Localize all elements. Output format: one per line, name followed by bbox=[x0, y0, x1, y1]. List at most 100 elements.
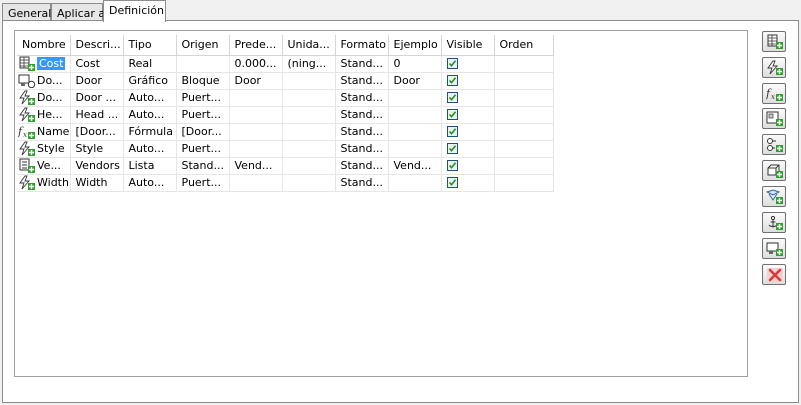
cell-unidades[interactable] bbox=[282, 89, 336, 107]
cell-descripcion[interactable]: Vendors bbox=[70, 157, 124, 175]
cell-unidades[interactable] bbox=[282, 123, 336, 141]
visible-checkbox[interactable] bbox=[446, 160, 458, 171]
column-header-visible[interactable]: Visible bbox=[441, 35, 495, 56]
cell-ejemplo[interactable]: 0 bbox=[388, 55, 442, 73]
cell-origen[interactable]: Puert... bbox=[176, 106, 230, 124]
cell-ejemplo[interactable] bbox=[388, 123, 442, 141]
add-material-property-button[interactable] bbox=[762, 160, 786, 181]
cell-tipo[interactable]: Real bbox=[123, 55, 177, 73]
cell-formato[interactable]: Stand... bbox=[335, 157, 389, 175]
tab-definicion[interactable]: Definición bbox=[103, 0, 166, 22]
cell-formato[interactable]: Stand... bbox=[335, 174, 389, 192]
column-header-ejemplo[interactable]: Ejemplo bbox=[388, 35, 442, 56]
visible-checkbox[interactable] bbox=[446, 92, 458, 103]
cell-orden[interactable] bbox=[494, 106, 554, 124]
cell-nombre[interactable]: He... bbox=[17, 106, 71, 124]
cell-formato[interactable]: Stand... bbox=[335, 55, 389, 73]
cell-orden[interactable] bbox=[494, 123, 554, 141]
cell-descripcion[interactable]: Door bbox=[70, 72, 124, 90]
cell-origen[interactable]: [Door... bbox=[176, 123, 230, 141]
cell-tipo[interactable]: Auto... bbox=[123, 174, 177, 192]
add-location-property-button[interactable] bbox=[762, 108, 786, 129]
cell-nombre[interactable]: Ve... bbox=[17, 157, 71, 175]
cell-ejemplo[interactable]: Door bbox=[388, 72, 442, 90]
add-block-property-button[interactable] bbox=[762, 238, 786, 259]
add-auto-property-button[interactable] bbox=[762, 57, 786, 78]
cell-unidades[interactable] bbox=[282, 157, 336, 175]
visible-checkbox[interactable] bbox=[446, 58, 458, 69]
table-row[interactable]: Cost Cost Real 0.000... (ning... Stand... 0 bbox=[17, 55, 554, 73]
cell-origen[interactable]: Puert... bbox=[176, 89, 230, 107]
table-row[interactable]: He... Head ... Auto... Puert... Stand... bbox=[17, 106, 554, 124]
tab-general[interactable]: General bbox=[2, 3, 51, 21]
cell-descripcion[interactable]: Door ... bbox=[70, 89, 124, 107]
cell-unidades[interactable]: (ning... bbox=[282, 55, 336, 73]
property-definitions-grid[interactable]: Nombre Descri... Tipo Origen Prede... Un… bbox=[14, 30, 748, 377]
visible-checkbox[interactable] bbox=[446, 143, 458, 154]
cell-predeterminado[interactable]: Door bbox=[229, 72, 283, 90]
table-row[interactable]: Do... Door Gráfico Bloque Door Stand... Door bbox=[17, 72, 554, 90]
cell-origen[interactable] bbox=[176, 55, 230, 73]
cell-orden[interactable] bbox=[494, 89, 554, 107]
cell-origen[interactable]: Stand... bbox=[176, 157, 230, 175]
cell-tipo[interactable]: Fórmula bbox=[123, 123, 177, 141]
add-classification-property-button[interactable] bbox=[762, 134, 786, 155]
cell-unidades[interactable] bbox=[282, 140, 336, 158]
add-formula-property-button[interactable]: fx bbox=[762, 83, 786, 104]
cell-descripcion[interactable]: Cost bbox=[70, 55, 124, 73]
cell-orden[interactable] bbox=[494, 140, 554, 158]
cell-ejemplo[interactable] bbox=[388, 106, 442, 124]
cell-predeterminado[interactable] bbox=[229, 140, 283, 158]
table-row[interactable]: Ve... Vendors Lista Stand... Vend... Stand...… bbox=[17, 157, 554, 175]
visible-checkbox[interactable] bbox=[446, 126, 458, 137]
cell-ejemplo[interactable]: Vend... bbox=[388, 157, 442, 175]
column-header-unidades[interactable]: Unida... bbox=[282, 35, 336, 56]
cell-ejemplo[interactable] bbox=[388, 174, 442, 192]
cell-predeterminado[interactable] bbox=[229, 123, 283, 141]
column-header-descripcion[interactable]: Descri... bbox=[70, 35, 124, 56]
cell-predeterminado[interactable] bbox=[229, 174, 283, 192]
add-graphic-property-button[interactable] bbox=[762, 186, 786, 207]
cell-tipo[interactable]: Auto... bbox=[123, 106, 177, 124]
cell-predeterminado[interactable] bbox=[229, 89, 283, 107]
cell-orden[interactable] bbox=[494, 72, 554, 90]
cell-ejemplo[interactable] bbox=[388, 89, 442, 107]
visible-checkbox[interactable] bbox=[446, 109, 458, 120]
cell-predeterminado[interactable]: 0.000... bbox=[229, 55, 283, 73]
cell-descripcion[interactable]: Style bbox=[70, 140, 124, 158]
cell-unidades[interactable] bbox=[282, 106, 336, 124]
cell-tipo[interactable]: Auto... bbox=[123, 89, 177, 107]
cell-predeterminado[interactable]: Vend... bbox=[229, 157, 283, 175]
tab-aplicar-a[interactable]: Aplicar a bbox=[51, 3, 105, 21]
add-manual-property-button[interactable] bbox=[762, 31, 786, 52]
column-header-predeterminado[interactable]: Prede... bbox=[229, 35, 283, 56]
visible-checkbox[interactable] bbox=[446, 75, 458, 86]
cell-tipo[interactable]: Lista bbox=[123, 157, 177, 175]
cell-ejemplo[interactable] bbox=[388, 140, 442, 158]
table-row[interactable]: f x Name [Door... Fórmula [Door... Stand... bbox=[17, 123, 554, 141]
cell-orden[interactable] bbox=[494, 174, 554, 192]
cell-origen[interactable]: Puert... bbox=[176, 174, 230, 192]
table-row[interactable]: Do... Door ... Auto... Puert... Stand... bbox=[17, 89, 554, 107]
cell-formato[interactable]: Stand... bbox=[335, 140, 389, 158]
cell-nombre[interactable]: Do... bbox=[17, 72, 71, 90]
cell-origen[interactable]: Puert... bbox=[176, 140, 230, 158]
column-header-formato[interactable]: Formato bbox=[335, 35, 389, 56]
cell-orden[interactable] bbox=[494, 55, 554, 73]
cell-unidades[interactable] bbox=[282, 72, 336, 90]
cell-nombre[interactable]: Cost bbox=[17, 55, 71, 73]
column-header-origen[interactable]: Origen bbox=[176, 35, 230, 56]
visible-checkbox[interactable] bbox=[446, 177, 458, 188]
cell-tipo[interactable]: Auto... bbox=[123, 140, 177, 158]
cell-orden[interactable] bbox=[494, 157, 554, 175]
cell-formato[interactable]: Stand... bbox=[335, 89, 389, 107]
table-row[interactable]: Style Style Auto... Puert... Stand... bbox=[17, 140, 554, 158]
cell-origen[interactable]: Bloque bbox=[176, 72, 230, 90]
add-anchor-property-button[interactable] bbox=[762, 212, 786, 233]
cell-descripcion[interactable]: Width bbox=[70, 174, 124, 192]
delete-property-button[interactable] bbox=[762, 264, 786, 285]
column-header-orden[interactable]: Orden bbox=[494, 35, 554, 56]
cell-nombre[interactable]: Style bbox=[17, 140, 71, 158]
column-header-nombre[interactable]: Nombre bbox=[17, 35, 71, 56]
table-row[interactable]: Width Width Auto... Puert... Stand... bbox=[17, 174, 554, 192]
